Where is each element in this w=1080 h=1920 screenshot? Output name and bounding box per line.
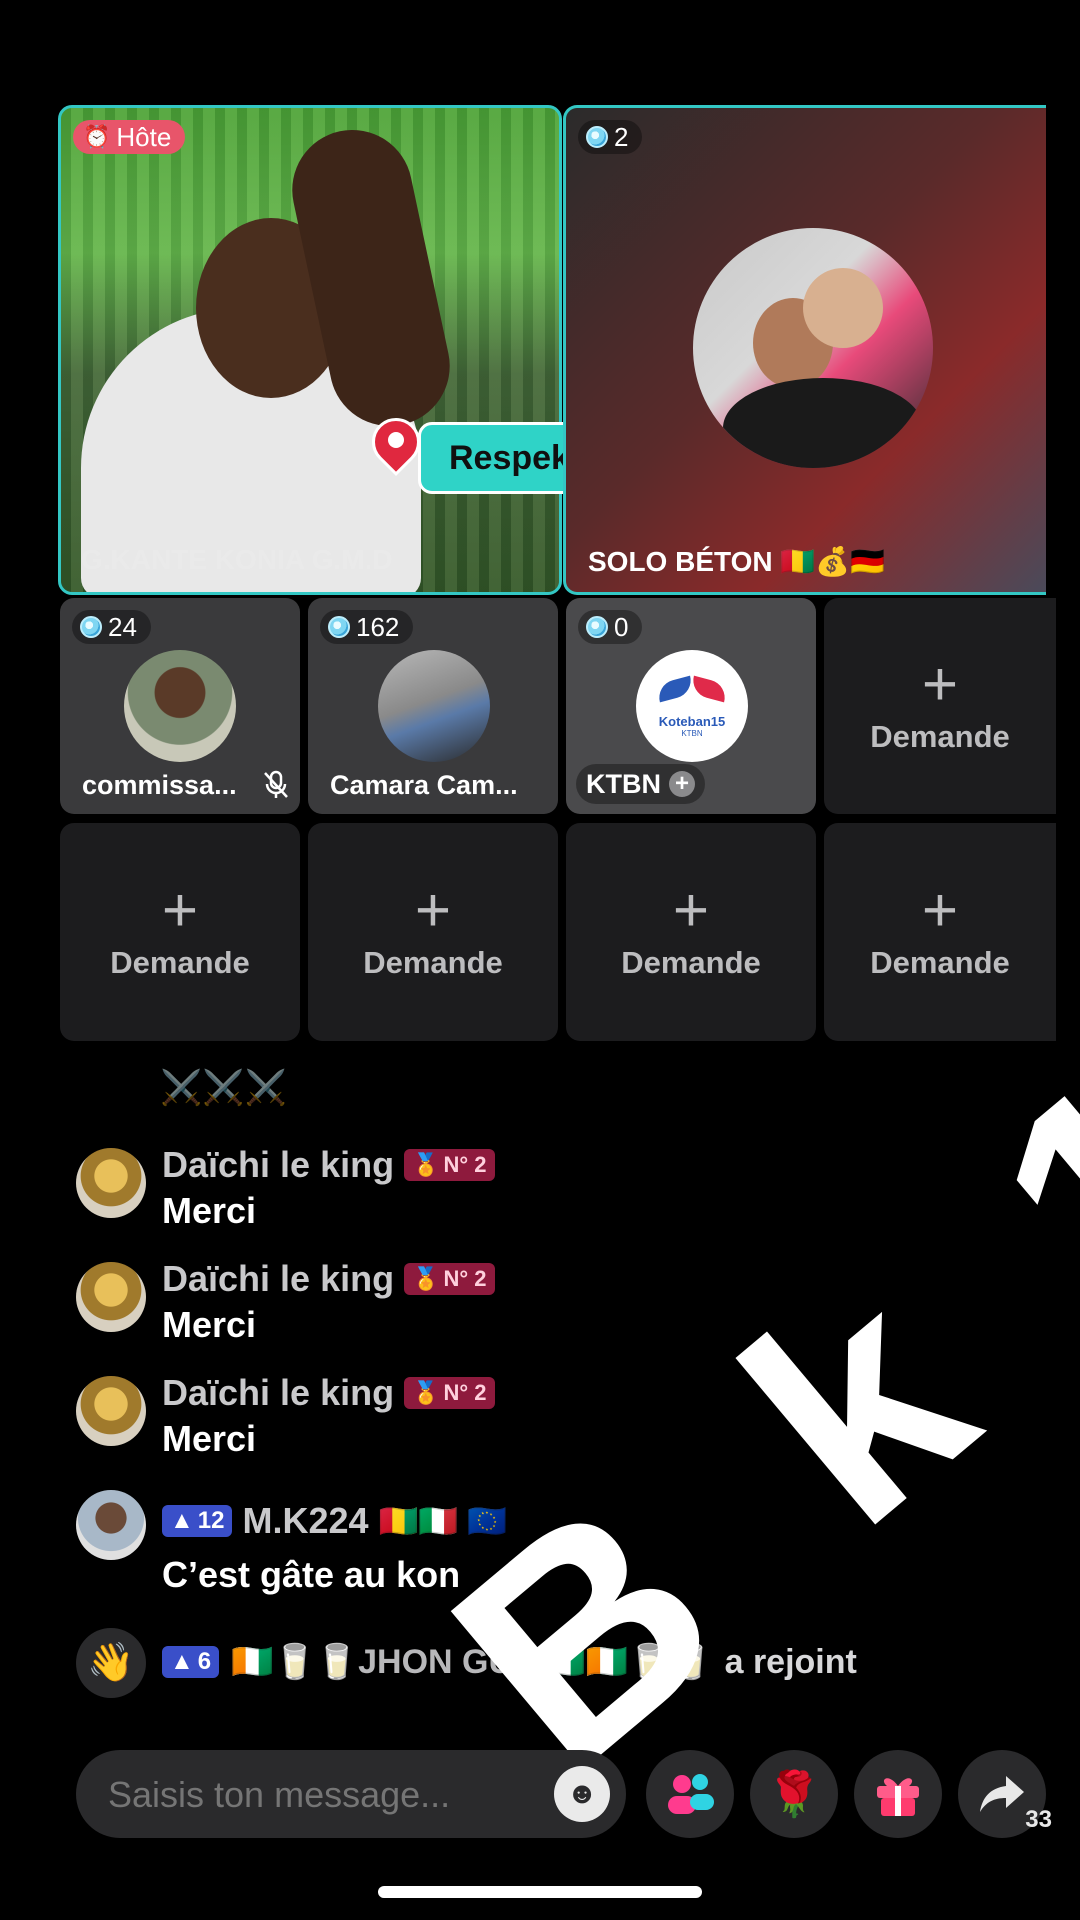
- request-seat-2[interactable]: + Demande: [60, 823, 300, 1041]
- share-icon: [980, 1776, 1024, 1812]
- seat-count: 0: [614, 611, 629, 642]
- request-seat-5[interactable]: + Demande: [824, 823, 1056, 1041]
- share-count: 33: [1025, 1806, 1052, 1833]
- chat-top-fragment: ⚔️⚔️⚔️: [160, 1069, 288, 1107]
- level-badge: ▲ 6: [162, 1646, 220, 1678]
- medal-icon: 🏅: [412, 1152, 440, 1177]
- chat-username[interactable]: Daïchi le king 🏅 N° 2: [162, 1372, 495, 1414]
- request-label: Demande: [363, 945, 503, 980]
- chat-message: Merci: [162, 1190, 257, 1231]
- host-badge: ⏰ Hôte: [73, 120, 186, 154]
- chat-username[interactable]: Daïchi le king 🏅 N° 2: [162, 1144, 495, 1186]
- home-indicator: [378, 1886, 702, 1898]
- ktbn-logo: Koteban15 KTBN: [636, 650, 748, 762]
- seat-count-pill: 0: [578, 610, 643, 644]
- eagle-icon: [655, 674, 729, 708]
- request-seat-3[interactable]: + Demande: [308, 823, 558, 1041]
- chat-avatar[interactable]: [76, 1262, 146, 1332]
- location-pin-icon: [362, 408, 430, 498]
- plus-icon: +: [414, 876, 452, 945]
- share-button[interactable]: 33: [958, 1750, 1052, 1838]
- rank-badge: 🏅 N° 2: [404, 1149, 495, 1181]
- request-label: Demande: [870, 945, 1010, 980]
- request-seat-4[interactable]: + Demande: [566, 823, 816, 1041]
- seat-name: commissa...: [82, 770, 237, 800]
- seat-name-pill[interactable]: KTBN +: [576, 764, 705, 804]
- seat-name: Camara Cam...: [330, 770, 518, 800]
- rank-badge: 🏅 N° 2: [404, 1377, 495, 1409]
- seat-count: 162: [356, 611, 400, 642]
- gem-icon: [586, 616, 608, 638]
- chat-message: Merci: [162, 1418, 257, 1459]
- chat-username[interactable]: Daïchi le king 🏅 N° 2: [162, 1258, 495, 1300]
- request-label: Demande: [110, 945, 250, 980]
- level-triangle-icon: ▲: [170, 1648, 194, 1675]
- request-label: Demande: [870, 719, 1010, 754]
- plus-icon: +: [921, 650, 959, 719]
- medal-icon: 🏅: [412, 1380, 440, 1405]
- gift-icon[interactable]: [854, 1750, 942, 1838]
- seat-count-pill: 24: [72, 610, 151, 644]
- guests-icon[interactable]: [646, 1750, 734, 1838]
- alarm-icon: ⏰: [83, 124, 111, 149]
- plus-icon: +: [161, 876, 199, 945]
- host-video-tile[interactable]: ⏰ Hôte G.KANTE KONIA G.M.D: [58, 105, 562, 595]
- follow-plus-icon[interactable]: +: [669, 771, 695, 797]
- guest-video-tile[interactable]: 2 SOLO BÉTON 🇬🇳💰🇩🇪: [563, 105, 1046, 595]
- seat-tile-1[interactable]: 24 commissa...: [60, 598, 300, 814]
- seat-tile-3[interactable]: 0 Koteban15 KTBN KTBN +: [566, 598, 816, 814]
- request-seat-1[interactable]: + Demande: [824, 598, 1056, 814]
- seat-name: KTBN: [586, 768, 661, 799]
- ktbn-logo-text: Koteban15: [658, 714, 726, 729]
- chat-message: Merci: [162, 1304, 257, 1345]
- seat-tile-2[interactable]: 162 Camara Cam...: [308, 598, 558, 814]
- medal-icon: 🏅: [412, 1266, 440, 1291]
- seat-avatar: [378, 650, 490, 762]
- message-input-field[interactable]: [106, 1768, 530, 1822]
- guest-count-pill: 2: [578, 120, 643, 154]
- guest-count: 2: [614, 121, 629, 152]
- mic-muted-icon: [262, 770, 290, 800]
- host-badge-label: Hôte: [116, 121, 172, 152]
- guest-avatar: [693, 228, 933, 468]
- seat-count: 24: [108, 611, 137, 642]
- seat-count-pill: 162: [320, 610, 414, 644]
- request-label: Demande: [621, 945, 761, 980]
- host-name: G.KANTE KONIA G.M.D: [81, 544, 393, 575]
- emoji-icon[interactable]: ☻: [554, 1766, 610, 1822]
- wave-icon: 👋: [76, 1628, 146, 1698]
- plus-icon: +: [672, 876, 710, 945]
- level-badge: ▲ 12: [162, 1505, 233, 1537]
- chat-avatar[interactable]: [76, 1490, 146, 1560]
- chat-avatar[interactable]: [76, 1376, 146, 1446]
- message-input[interactable]: ☻: [76, 1750, 626, 1838]
- rank-badge: 🏅 N° 2: [404, 1263, 495, 1295]
- gem-icon: [328, 616, 350, 638]
- seat-avatar: [124, 650, 236, 762]
- gem-icon: [80, 616, 102, 638]
- level-triangle-icon: ▲: [170, 1507, 194, 1534]
- rose-icon[interactable]: 🌹: [750, 1750, 838, 1838]
- ktbn-logo-sub: KTBN: [681, 729, 703, 738]
- guest-name: SOLO BÉTON 🇬🇳💰🇩🇪: [588, 546, 885, 577]
- gem-icon: [586, 126, 608, 148]
- plus-icon: +: [921, 876, 959, 945]
- chat-avatar[interactable]: [76, 1148, 146, 1218]
